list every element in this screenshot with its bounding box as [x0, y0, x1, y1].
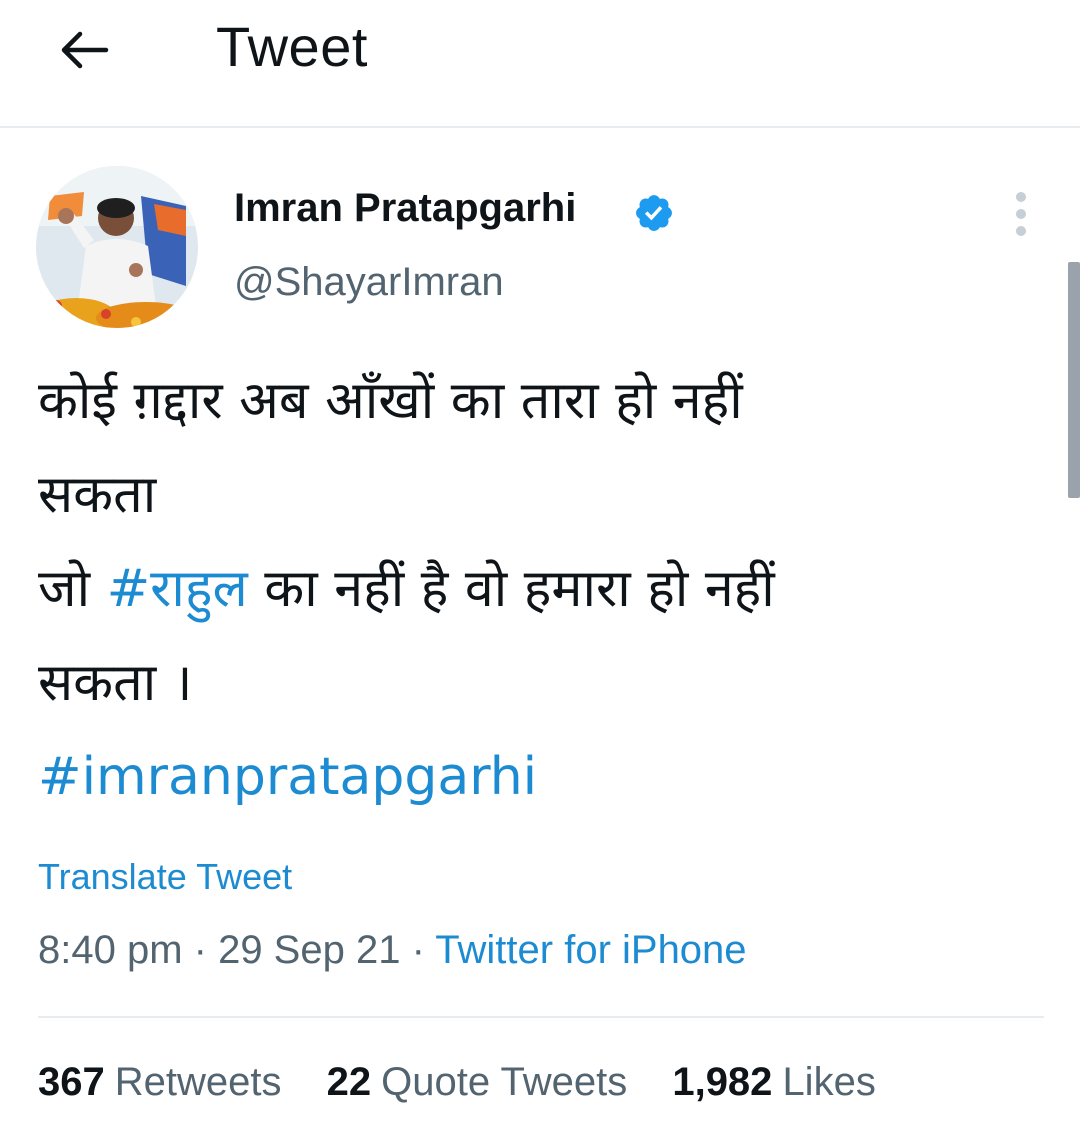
quote-tweets-stat[interactable]: 22 Quote Tweets [327, 1060, 628, 1105]
divider [38, 1016, 1044, 1018]
back-button[interactable] [52, 22, 116, 78]
translate-tweet-link[interactable]: Translate Tweet [38, 856, 292, 898]
tweet-text: कोई ग़द्दार अब आँखों का तारा हो नहीं सकत… [38, 354, 1038, 824]
separator: · [182, 928, 219, 972]
separator: · [400, 928, 436, 972]
more-vertical-icon [1016, 192, 1026, 202]
author-display-name[interactable]: Imran Pratapgarhi [234, 186, 576, 231]
retweets-stat[interactable]: 367 Retweets [38, 1060, 282, 1105]
hashtag-link[interactable]: #राहुल [107, 559, 248, 619]
tweet-line: सकता । [38, 653, 193, 713]
profile-photo [36, 166, 198, 328]
tweet-text-segment: का नहीं है वो हमारा हो नहीं [247, 559, 775, 619]
tweet-text-segment: जो [38, 559, 107, 619]
hashtag-link[interactable]: #imranpratapgarhi [38, 730, 1038, 824]
retweets-count: 367 [38, 1060, 105, 1104]
tweet-line: कोई ग़द्दार अब आँखों का तारा हो नहीं [38, 371, 743, 431]
tweet-line: सकता [38, 465, 157, 525]
tweet-line: जो #राहुल का नहीं है वो हमारा हो नहीं [38, 542, 1038, 636]
quote-tweets-label: Quote Tweets [381, 1060, 628, 1104]
retweets-label: Retweets [114, 1060, 282, 1104]
engagement-stats: 367 Retweets 22 Quote Tweets 1,982 Likes [38, 1060, 876, 1105]
more-options-button[interactable] [1004, 192, 1038, 236]
top-app-bar: Tweet [0, 0, 1080, 128]
author-handle[interactable]: @ShayarImran [234, 260, 504, 305]
arrow-left-icon [61, 31, 109, 69]
avatar[interactable] [36, 166, 198, 328]
likes-stat[interactable]: 1,982 Likes [672, 1060, 876, 1105]
tweet-time: 8:40 pm [38, 928, 183, 972]
likes-label: Likes [782, 1060, 876, 1104]
scrollbar[interactable] [1068, 262, 1080, 498]
quote-tweets-count: 22 [326, 1060, 372, 1104]
verified-badge-icon [636, 195, 672, 231]
tweet-source-link[interactable]: Twitter for iPhone [435, 928, 746, 972]
likes-count: 1,982 [672, 1060, 773, 1104]
tweet-date: 29 Sep 21 [218, 928, 401, 972]
tweet-metadata: 8:40 pm · 29 Sep 21 · Twitter for iPhone [38, 928, 747, 973]
page-title: Tweet [216, 15, 368, 78]
